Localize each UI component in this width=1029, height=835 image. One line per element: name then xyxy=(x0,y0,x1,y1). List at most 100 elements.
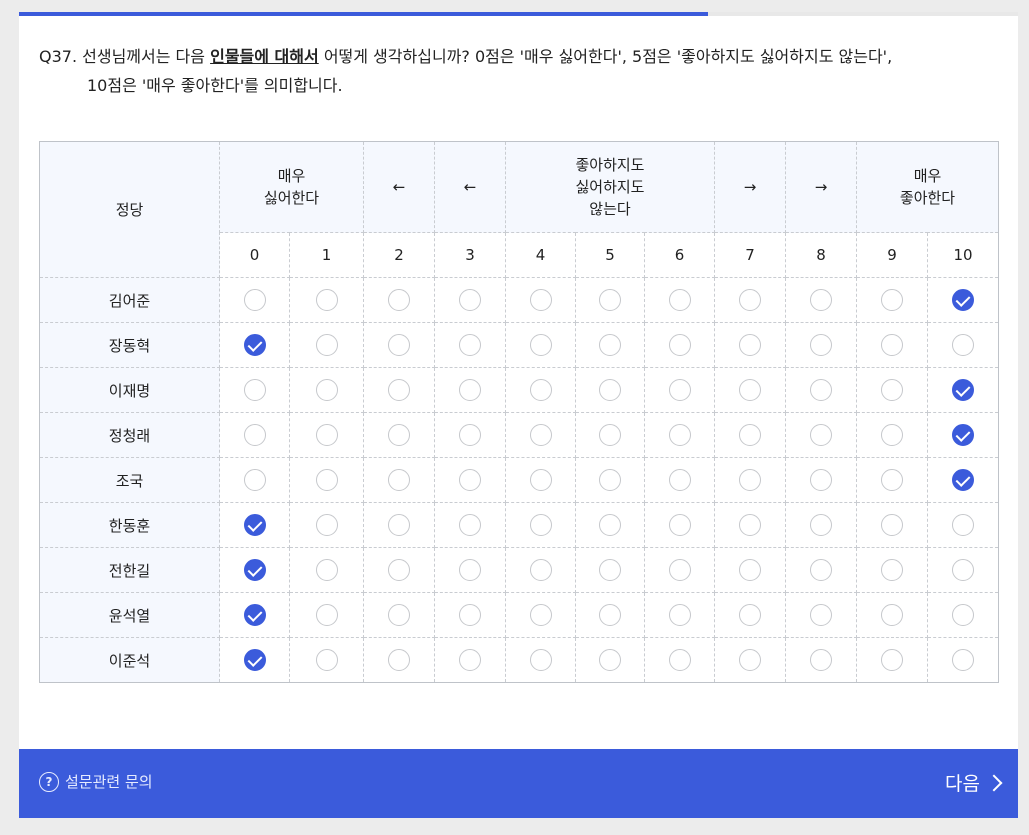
radio-empty-icon[interactable] xyxy=(668,424,691,446)
radio-empty-icon[interactable] xyxy=(315,649,338,671)
radio-empty-icon[interactable] xyxy=(459,469,481,491)
radio-empty-icon[interactable] xyxy=(459,424,481,446)
rating-cell[interactable] xyxy=(575,592,645,638)
radio-empty-icon[interactable] xyxy=(599,514,621,536)
rating-cell[interactable] xyxy=(363,592,435,638)
radio-empty-icon[interactable] xyxy=(315,334,338,356)
rating-cell[interactable] xyxy=(575,277,645,323)
radio-empty-icon[interactable] xyxy=(243,424,266,446)
survey-inquiry-link[interactable]: ? 설문관련 문의 xyxy=(39,771,153,792)
rating-cell[interactable] xyxy=(289,367,364,413)
radio-empty-icon[interactable] xyxy=(529,289,552,311)
radio-empty-icon[interactable] xyxy=(810,559,832,581)
radio-empty-icon[interactable] xyxy=(459,379,481,401)
rating-cell[interactable] xyxy=(219,637,290,683)
rating-cell[interactable] xyxy=(644,637,715,683)
radio-empty-icon[interactable] xyxy=(810,649,832,671)
radio-empty-icon[interactable] xyxy=(529,379,552,401)
radio-empty-icon[interactable] xyxy=(810,469,832,491)
radio-empty-icon[interactable] xyxy=(881,424,903,446)
rating-cell[interactable] xyxy=(575,367,645,413)
rating-cell[interactable] xyxy=(289,592,364,638)
radio-empty-icon[interactable] xyxy=(810,604,832,626)
rating-cell[interactable] xyxy=(644,547,715,593)
rating-cell[interactable] xyxy=(505,412,576,458)
radio-empty-icon[interactable] xyxy=(881,604,903,626)
radio-empty-icon[interactable] xyxy=(388,559,410,581)
rating-cell[interactable] xyxy=(785,322,857,368)
rating-cell[interactable] xyxy=(927,457,999,503)
rating-cell[interactable] xyxy=(644,457,715,503)
rating-cell[interactable] xyxy=(363,277,435,323)
radio-empty-icon[interactable] xyxy=(529,649,552,671)
radio-empty-icon[interactable] xyxy=(952,559,974,581)
rating-cell[interactable] xyxy=(856,592,928,638)
radio-empty-icon[interactable] xyxy=(739,559,761,581)
radio-empty-icon[interactable] xyxy=(459,289,481,311)
radio-empty-icon[interactable] xyxy=(459,559,481,581)
rating-cell[interactable] xyxy=(289,277,364,323)
radio-empty-icon[interactable] xyxy=(668,289,691,311)
rating-cell[interactable] xyxy=(785,502,857,548)
radio-empty-icon[interactable] xyxy=(739,334,761,356)
rating-cell[interactable] xyxy=(714,547,786,593)
radio-empty-icon[interactable] xyxy=(599,559,621,581)
rating-cell[interactable] xyxy=(434,502,506,548)
rating-cell[interactable] xyxy=(644,592,715,638)
rating-cell[interactable] xyxy=(219,592,290,638)
rating-cell[interactable] xyxy=(363,547,435,593)
rating-cell[interactable] xyxy=(219,457,290,503)
rating-cell[interactable] xyxy=(363,457,435,503)
rating-cell[interactable] xyxy=(785,637,857,683)
rating-cell[interactable] xyxy=(219,367,290,413)
rating-cell[interactable] xyxy=(714,457,786,503)
radio-checked-icon[interactable] xyxy=(243,334,266,356)
rating-cell[interactable] xyxy=(644,502,715,548)
radio-empty-icon[interactable] xyxy=(739,379,761,401)
rating-cell[interactable] xyxy=(505,322,576,368)
radio-empty-icon[interactable] xyxy=(529,424,552,446)
rating-cell[interactable] xyxy=(785,412,857,458)
radio-empty-icon[interactable] xyxy=(952,334,974,356)
rating-cell[interactable] xyxy=(434,637,506,683)
rating-cell[interactable] xyxy=(785,277,857,323)
radio-empty-icon[interactable] xyxy=(388,604,410,626)
radio-empty-icon[interactable] xyxy=(529,514,552,536)
rating-cell[interactable] xyxy=(289,322,364,368)
radio-empty-icon[interactable] xyxy=(668,559,691,581)
radio-empty-icon[interactable] xyxy=(315,604,338,626)
rating-cell[interactable] xyxy=(575,457,645,503)
rating-cell[interactable] xyxy=(927,367,999,413)
rating-cell[interactable] xyxy=(289,637,364,683)
radio-empty-icon[interactable] xyxy=(315,514,338,536)
rating-cell[interactable] xyxy=(289,457,364,503)
radio-empty-icon[interactable] xyxy=(599,469,621,491)
radio-empty-icon[interactable] xyxy=(810,334,832,356)
rating-cell[interactable] xyxy=(363,502,435,548)
radio-checked-icon[interactable] xyxy=(952,379,974,401)
radio-empty-icon[interactable] xyxy=(315,559,338,581)
rating-cell[interactable] xyxy=(644,277,715,323)
rating-cell[interactable] xyxy=(219,412,290,458)
rating-cell[interactable] xyxy=(434,277,506,323)
radio-empty-icon[interactable] xyxy=(599,334,621,356)
radio-empty-icon[interactable] xyxy=(529,604,552,626)
radio-empty-icon[interactable] xyxy=(881,334,903,356)
rating-cell[interactable] xyxy=(785,592,857,638)
rating-cell[interactable] xyxy=(363,367,435,413)
radio-checked-icon[interactable] xyxy=(952,289,974,311)
radio-empty-icon[interactable] xyxy=(739,514,761,536)
radio-empty-icon[interactable] xyxy=(315,289,338,311)
rating-cell[interactable] xyxy=(434,547,506,593)
radio-empty-icon[interactable] xyxy=(810,514,832,536)
radio-empty-icon[interactable] xyxy=(599,424,621,446)
radio-empty-icon[interactable] xyxy=(881,469,903,491)
rating-cell[interactable] xyxy=(856,502,928,548)
radio-empty-icon[interactable] xyxy=(459,334,481,356)
radio-checked-icon[interactable] xyxy=(952,469,974,491)
rating-cell[interactable] xyxy=(505,277,576,323)
radio-empty-icon[interactable] xyxy=(243,289,266,311)
rating-cell[interactable] xyxy=(434,592,506,638)
next-button[interactable]: 다음 xyxy=(945,769,1003,796)
radio-empty-icon[interactable] xyxy=(739,424,761,446)
